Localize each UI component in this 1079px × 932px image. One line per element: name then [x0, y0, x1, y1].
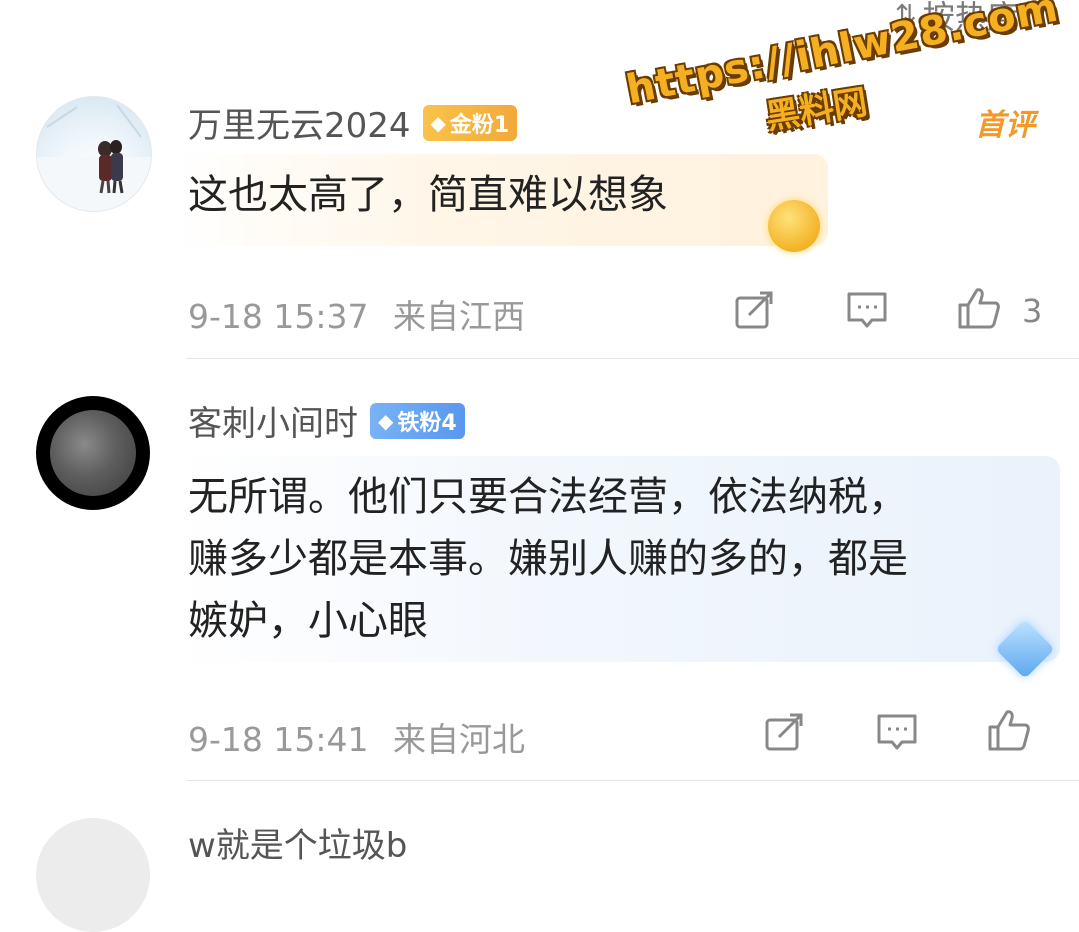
comment-location: 来自江西 [393, 297, 525, 336]
like-button[interactable] [957, 286, 1001, 330]
comment-icon [877, 714, 917, 750]
sort-by-heat-button[interactable]: ⇅ 按热度 [895, 0, 1019, 38]
badge-label: 金粉1 [449, 112, 510, 138]
divider [186, 358, 1079, 359]
comment-text: 这也太高了，简直难以想象 [188, 172, 668, 218]
comment-text-line: 无所谓。他们只要合法经营，依法纳税， [188, 474, 908, 520]
thumbs-up-icon [988, 710, 1030, 751]
gold-medal-icon [768, 200, 820, 252]
divider [186, 780, 1079, 781]
diamond-icon: ◆ [378, 408, 394, 433]
sort-label: 按热度 [922, 0, 1019, 36]
comment-time: 9-18 15:41 [188, 720, 369, 759]
username[interactable]: 万里无云2024 [188, 98, 411, 147]
share-button[interactable] [762, 710, 806, 754]
avatar-image [37, 104, 151, 211]
moon-image [50, 410, 136, 496]
fan-badge[interactable]: ◆ 铁粉4 [370, 402, 465, 439]
avatar[interactable] [36, 396, 150, 510]
badge-label: 铁粉4 [397, 410, 457, 436]
reply-button[interactable] [845, 288, 889, 332]
comment-text-line: 嫉妒，小心眼 [188, 598, 428, 644]
first-comment-tag: 首评 [975, 108, 1035, 143]
comment-time: 9-18 15:37 [188, 297, 369, 336]
share-button[interactable] [732, 288, 776, 332]
like-button[interactable] [987, 708, 1031, 752]
fan-badge[interactable]: ◆ 金粉1 [422, 104, 518, 141]
like-count: 3 [1022, 292, 1043, 330]
comment-text-line: 赚多少都是本事。嫌别人赚的多的，都是 [188, 536, 908, 582]
gold-crown-icon: ◆ [430, 110, 446, 135]
comment-location: 来自河北 [393, 720, 525, 759]
avatar[interactable] [36, 818, 150, 932]
share-icon [765, 713, 803, 751]
watermark-site: 黑料网 [763, 82, 871, 138]
reply-button[interactable] [875, 710, 919, 754]
thumbs-up-icon [958, 288, 1000, 329]
sort-icon: ⇅ [895, 0, 917, 30]
share-icon [735, 291, 773, 329]
comment-text-box: 无所谓。他们只要合法经营，依法纳税， 赚多少都是本事。嫌别人赚的多的，都是 嫉妒… [172, 456, 1060, 662]
comment-icon [847, 292, 887, 328]
username[interactable]: 客刺小间时 [188, 396, 358, 445]
comment-text-box: 这也太高了，简直难以想象 [172, 154, 828, 246]
username[interactable]: w就是个垃圾b [188, 818, 407, 867]
avatar[interactable] [36, 96, 152, 212]
